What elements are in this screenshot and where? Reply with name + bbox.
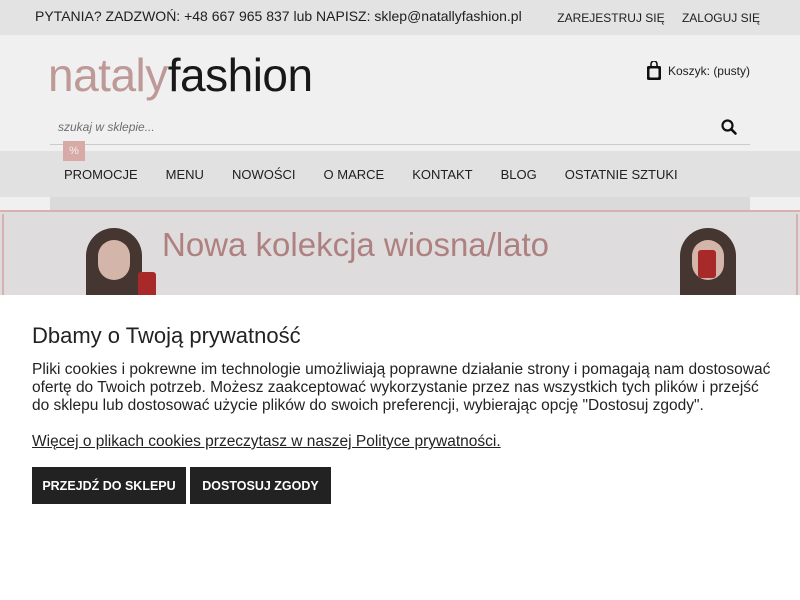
logo-part-fashion: fashion <box>167 49 313 101</box>
nav-item-o-marce[interactable]: O MARCE <box>310 167 399 182</box>
nav-item-kontakt[interactable]: KONTAKT <box>398 167 486 182</box>
customize-consents-button[interactable]: DOSTOSUJ ZGODY <box>190 467 331 504</box>
register-link[interactable]: ZAREJESTRUJ SIĘ <box>557 11 664 25</box>
nav-item-menu[interactable]: MENU <box>152 167 218 182</box>
model-face <box>98 240 130 280</box>
go-to-shop-button[interactable]: PRZEJDŹ DO SKLEPU <box>32 467 186 504</box>
search-icon[interactable] <box>720 118 738 136</box>
shopping-bag-icon <box>646 60 662 81</box>
privacy-policy-link[interactable]: Więcej o plikach cookies przeczytasz w n… <box>32 433 501 451</box>
nav-list: PROMOCJE MENU NOWOŚCI O MARCE KONTAKT BL… <box>50 151 692 197</box>
cart[interactable]: Koszyk: (pusty) <box>646 60 750 81</box>
cart-label: Koszyk: (pusty) <box>667 64 750 78</box>
search-bar <box>50 110 750 145</box>
cookie-title: Dbamy o Twoją prywatność <box>32 323 301 348</box>
contact-info: PYTANIA? ZADZWOŃ: +48 667 965 837 lub NA… <box>35 8 522 24</box>
cookie-text: Pliki cookies i pokrewne im technologie … <box>32 361 771 414</box>
login-link[interactable]: ZALOGUJ SIĘ <box>682 11 760 25</box>
nav-item-promocje[interactable]: PROMOCJE <box>50 167 152 182</box>
search-input[interactable] <box>50 120 690 134</box>
top-bar: PYTANIA? ZADZWOŃ: +48 667 965 837 lub NA… <box>0 0 800 35</box>
banner-title: Nowa kolekcja wiosna/lato <box>162 226 550 263</box>
banner-model-right <box>672 228 742 300</box>
account-links: ZAREJESTRUJ SIĘ ZALOGUJ SIĘ <box>543 11 760 25</box>
nav-dropdown-strip <box>50 197 750 211</box>
main-nav: % PROMOCJE MENU NOWOŚCI O MARCE KONTAKT … <box>0 141 800 197</box>
hero-banner[interactable]: Nowa kolekcja wiosna/lato <box>0 210 800 300</box>
logo-part-nataly: nataly <box>48 49 168 101</box>
banner-model-left <box>78 228 156 300</box>
logo[interactable]: natalyfashion <box>48 45 313 105</box>
header: natalyfashion Koszyk: (pusty) <box>0 35 800 151</box>
nav-item-nowosci[interactable]: NOWOŚCI <box>218 167 310 182</box>
nav-item-ostatnie-sztuki[interactable]: OSTATNIE SZTUKI <box>551 167 692 182</box>
cookie-consent-panel: Dbamy o Twoją prywatność Pliki cookies i… <box>0 295 800 600</box>
nav-item-blog[interactable]: BLOG <box>487 167 551 182</box>
phone-image <box>698 250 716 278</box>
